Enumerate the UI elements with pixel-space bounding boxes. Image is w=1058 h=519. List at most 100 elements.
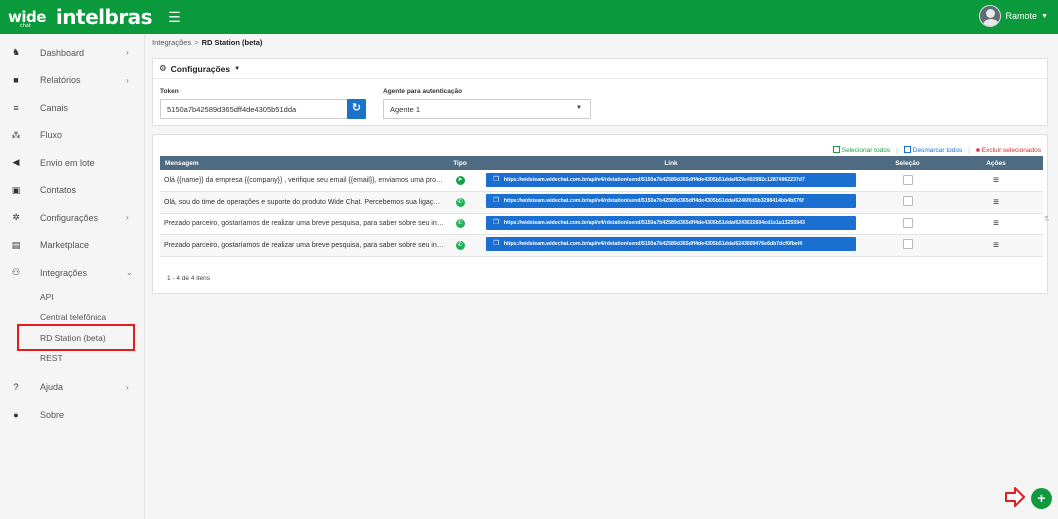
- user-name: Ramote: [1005, 11, 1038, 21]
- unselect-all-label: Desmarcar todos: [912, 147, 963, 154]
- row-menu-icon[interactable]: ≡: [993, 218, 999, 229]
- column-header-type: Tipo: [444, 156, 476, 170]
- agent-select[interactable]: Agente 1 ▼: [383, 99, 591, 119]
- info-icon: ●: [13, 409, 19, 420]
- row-menu-icon[interactable]: ≡: [993, 240, 999, 251]
- highlight-box: [17, 324, 135, 351]
- trash-icon: ■: [975, 146, 980, 154]
- table-row: Prezado parceiro, gostaríamos de realiza…: [160, 213, 1043, 235]
- table-row: Olá, sou do time de operações e suporte …: [160, 191, 1043, 214]
- add-icon: +: [1037, 490, 1046, 506]
- row-menu-icon[interactable]: ≡: [993, 197, 999, 208]
- link-text: https://widsteam.widechat.com.br/api/v4/…: [503, 198, 804, 205]
- selection-cell: [866, 213, 949, 235]
- avatar: [978, 5, 1001, 27]
- breadcrumb-separator: >: [194, 38, 199, 47]
- sidebar-item-ajuda[interactable]: ? Ajuda ›: [0, 374, 144, 402]
- table-row: Prezado parceiro, gostaríamos de realiza…: [160, 234, 1043, 257]
- sidebar-item-marketplace[interactable]: ▤ Marketplace: [0, 232, 144, 260]
- sidebar-item-canais[interactable]: ≡ Canais: [0, 94, 144, 122]
- link-cell: ❐ https://widsteam.widechat.com.br/api/v4…: [476, 170, 866, 192]
- breadcrumb: Integrações > RD Station (beta): [152, 38, 262, 47]
- link-cell: ❐ https://widsteam.widechat.com.br/api/v4…: [476, 191, 866, 214]
- copy-link-button[interactable]: ❐ https://widsteam.widechat.com.br/api/v4…: [486, 172, 856, 187]
- copy-link-button[interactable]: ❐ https://widsteam.widechat.com.br/api/v4…: [486, 215, 856, 230]
- token-field[interactable]: 5150a7b42589d365dff4de4305b51dda: [160, 99, 351, 119]
- copy-link-button[interactable]: ❐ https://widsteam.widechat.com.br/api/v4…: [486, 194, 856, 209]
- select-all-button[interactable]: Selecionar todos: [832, 146, 891, 154]
- sidebar-item-envio-em-lote[interactable]: ◀ Envio em lote: [0, 149, 144, 177]
- sidebar-item-label: Contatos: [40, 185, 77, 196]
- settings-icon: ✲: [12, 212, 20, 223]
- sidebar-item-integra-es[interactable]: ⚇ Integrações ⌄: [0, 259, 144, 287]
- user-menu[interactable]: Ramote ▼: [978, 5, 1048, 27]
- column-header-actions: Ações: [949, 156, 1043, 170]
- sidebar-item-label: Fluxo: [40, 130, 63, 141]
- copy-icon: ❐: [493, 218, 499, 226]
- sidebar-item-label: Dashboard: [40, 47, 85, 58]
- row-menu-icon[interactable]: ≡: [993, 175, 999, 186]
- sidebar-item-relat-rios[interactable]: ■ Relatórios ›: [0, 67, 144, 95]
- sidebar-item-label: Canais: [40, 102, 69, 113]
- checkbox-empty-icon: [903, 146, 911, 153]
- telegram-icon: ➤: [455, 176, 465, 185]
- sidebar-item-dashboard[interactable]: ♞ Dashboard ›: [0, 39, 144, 67]
- report-icon: ■: [13, 75, 19, 86]
- copy-icon: ❐: [493, 240, 499, 248]
- refresh-token-button[interactable]: ↻: [347, 99, 366, 119]
- row-checkbox[interactable]: [902, 174, 913, 185]
- row-checkbox[interactable]: [902, 239, 913, 250]
- side-handle-icon[interactable]: ⚗: [1043, 215, 1049, 223]
- link-text: https://widsteam.widechat.com.br/api/v4/…: [503, 219, 805, 226]
- chevron-down-icon: ▼: [1041, 12, 1048, 20]
- actions-cell: ≡: [949, 213, 1043, 235]
- whatsapp-icon: ✆: [455, 197, 465, 207]
- arrow-right-icon: [1005, 487, 1025, 507]
- selection-cell: [866, 234, 949, 257]
- actions-cell: ≡: [949, 191, 1043, 214]
- select-all-label: Selecionar todos: [841, 147, 891, 154]
- copy-icon: ❐: [493, 175, 499, 183]
- row-checkbox[interactable]: [902, 196, 913, 207]
- sidebar-subitem[interactable]: API: [0, 287, 144, 308]
- sidebar-item-label: Configurações: [40, 212, 99, 223]
- sidebar-item-fluxo[interactable]: ⁂ Fluxo: [0, 122, 144, 150]
- sidebar-item-label: Relatórios: [40, 75, 81, 86]
- chevron-icon: ›: [126, 48, 129, 58]
- sidebar-item-configura-es[interactable]: ✲ Configurações ›: [0, 204, 144, 232]
- help-icon: ?: [13, 382, 19, 393]
- logo[interactable]: wide chat intelbras: [0, 5, 153, 29]
- delete-selected-button[interactable]: ■ Excluir selecionados: [976, 147, 1041, 154]
- dashboard-icon: ♞: [11, 47, 21, 58]
- type-cell: ✆: [444, 234, 476, 257]
- config-toggle[interactable]: ⚙ Configurações ▼: [153, 59, 1047, 79]
- chevron-down-icon: ▼: [576, 105, 582, 111]
- messages-table: Mensagem Tipo Link Seleção Ações Olá {{n…: [160, 156, 1043, 257]
- row-checkbox[interactable]: [902, 217, 913, 228]
- type-cell: ✆: [444, 191, 476, 214]
- selection-cell: [866, 191, 949, 214]
- chevron-icon: ⌄: [126, 268, 133, 278]
- breadcrumb-parent[interactable]: Integrações: [152, 38, 191, 47]
- sidebar: ♞ Dashboard › ■ Relatórios › ≡ Canais ⁂ Fluxo ◀ Env…: [0, 34, 145, 519]
- chevron-icon: ›: [126, 213, 129, 223]
- sidebar-subitem[interactable]: REST: [0, 348, 144, 369]
- marketplace-icon: ▤: [11, 239, 21, 250]
- link-text: https://widsteam.widechat.com.br/api/v4/…: [503, 176, 805, 183]
- sidebar-item-sobre[interactable]: ● Sobre: [0, 401, 144, 429]
- link-cell: ❐ https://widsteam.widechat.com.br/api/v4…: [476, 213, 866, 235]
- logo-wide: wide chat: [8, 7, 46, 29]
- copy-link-button[interactable]: ❐ https://widsteam.widechat.com.br/api/v4…: [486, 237, 856, 252]
- add-button[interactable]: +: [1031, 488, 1052, 509]
- table-header-row: Mensagem Tipo Link Seleção Ações: [160, 156, 1043, 170]
- table-card: Selecionar todos | Desmarcar todos | ■ E…: [152, 134, 1048, 294]
- divider: |: [896, 146, 898, 154]
- table-row: Olá {{name}} da empresa {{company}} , ve…: [160, 170, 1043, 192]
- delete-selected-label: Excluir selecionados: [981, 146, 1041, 154]
- copy-icon: ❐: [493, 197, 499, 205]
- sidebar-item-contatos[interactable]: ▣ Contatos: [0, 177, 144, 205]
- hamburger-icon[interactable]: ☰: [168, 9, 181, 26]
- unselect-all-button[interactable]: Desmarcar todos: [903, 146, 963, 154]
- whatsapp-icon: ✆: [455, 240, 465, 250]
- message-cell: Olá {{name}} da empresa {{company}} , ve…: [160, 170, 444, 192]
